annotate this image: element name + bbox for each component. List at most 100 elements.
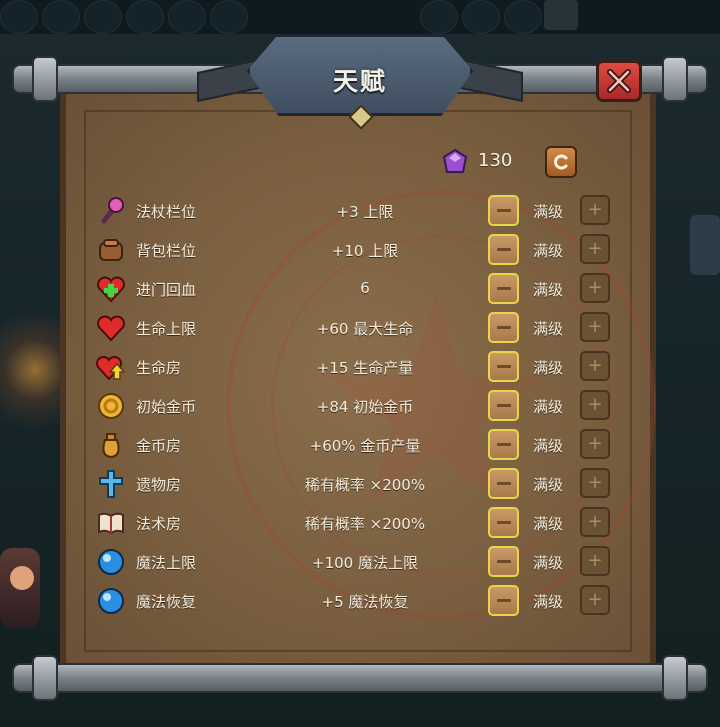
rod-cap-left xyxy=(32,655,58,701)
talent-value: +60% 金币产量 xyxy=(309,437,421,455)
minus-icon xyxy=(496,248,511,251)
talent-row: 初始金币 +84 初始金币 满级 + xyxy=(0,387,720,426)
wand-icon xyxy=(96,196,126,226)
rod-cap-right xyxy=(662,56,688,102)
heart-icon xyxy=(96,313,126,343)
increase-button[interactable]: + xyxy=(580,195,610,225)
heart-arrow-icon xyxy=(95,352,126,382)
talent-level: 满级 xyxy=(533,515,564,533)
plus-icon: + xyxy=(587,550,603,571)
talent-value: 稀有概率 ×200% xyxy=(304,515,426,533)
talent-row: 背包栏位 +10 上限 满级 + xyxy=(0,231,720,270)
plus-icon: + xyxy=(587,199,603,220)
decrease-button[interactable] xyxy=(488,507,519,538)
minus-icon xyxy=(496,599,511,602)
talent-row: 进门回血 6 满级 + xyxy=(0,270,720,309)
coin-icon xyxy=(96,391,126,421)
decrease-button[interactable] xyxy=(488,429,519,460)
talent-row: 生命上限 +60 最大生命 满级 + xyxy=(0,309,720,348)
talent-level: 满级 xyxy=(533,281,564,299)
talent-level: 满级 xyxy=(533,320,564,338)
mana-orb-icon xyxy=(96,586,126,616)
talent-name: 魔法上限 xyxy=(136,554,197,572)
spellbook-icon xyxy=(96,508,126,538)
purple-gem-icon xyxy=(442,148,468,173)
decrease-button[interactable] xyxy=(488,195,519,226)
talent-level: 满级 xyxy=(533,593,564,611)
increase-button[interactable]: + xyxy=(580,234,610,264)
increase-button[interactable]: + xyxy=(580,273,610,303)
plus-icon: + xyxy=(587,511,603,532)
talent-value: 稀有概率 ×200% xyxy=(304,476,426,494)
talent-row: 生命房 +15 生命产量 满级 + xyxy=(0,348,720,387)
talent-level: 满级 xyxy=(533,476,564,494)
increase-button[interactable]: + xyxy=(580,585,610,615)
decrease-button[interactable] xyxy=(488,468,519,499)
talent-level: 满级 xyxy=(533,203,564,221)
talent-row: 金币房 +60% 金币产量 满级 + xyxy=(0,426,720,465)
minus-icon xyxy=(496,560,511,563)
talent-row: 法术房 稀有概率 ×200% 满级 + xyxy=(0,504,720,543)
plus-icon: + xyxy=(587,394,603,415)
top-menu-button[interactable] xyxy=(544,0,578,30)
decrease-button[interactable] xyxy=(488,546,519,577)
decrease-button[interactable] xyxy=(488,312,519,343)
title-plate: 天赋 xyxy=(197,20,523,130)
talent-name: 生命上限 xyxy=(136,320,197,338)
talent-value: 6 xyxy=(360,279,370,297)
talent-value: +15 生命产量 xyxy=(316,359,414,377)
talent-row: 魔法上限 +100 魔法上限 满级 + xyxy=(0,543,720,582)
talent-row: 遗物房 稀有概率 ×200% 满级 + xyxy=(0,465,720,504)
minus-icon xyxy=(496,326,511,329)
plus-icon: + xyxy=(587,433,603,454)
decrease-button[interactable] xyxy=(488,273,519,304)
talent-name: 遗物房 xyxy=(136,476,182,494)
talent-name: 法杖栏位 xyxy=(136,203,197,221)
minus-icon xyxy=(496,404,511,407)
talent-name: 生命房 xyxy=(136,359,182,377)
minus-icon xyxy=(496,482,511,485)
talent-value: +84 初始金币 xyxy=(316,398,414,416)
minus-icon xyxy=(496,521,511,524)
talent-level: 满级 xyxy=(533,242,564,260)
panel-title: 天赋 xyxy=(332,67,387,96)
minus-icon xyxy=(496,443,511,446)
minus-icon xyxy=(496,365,511,368)
plus-icon: + xyxy=(587,589,603,610)
cross-icon xyxy=(96,469,126,499)
increase-button[interactable]: + xyxy=(580,507,610,537)
rod-cap-left xyxy=(32,56,58,102)
talent-level: 满级 xyxy=(533,437,564,455)
talent-level: 满级 xyxy=(533,398,564,416)
talent-value: +100 魔法上限 xyxy=(312,554,418,572)
decrease-button[interactable] xyxy=(488,585,519,616)
talent-row: 法杖栏位 +3 上限 满级 + xyxy=(0,192,720,231)
talent-name: 进门回血 xyxy=(136,281,197,299)
heart-plus-icon xyxy=(96,274,126,304)
decrease-button[interactable] xyxy=(488,234,519,265)
talent-name: 金币房 xyxy=(136,437,182,455)
decrease-button[interactable] xyxy=(488,351,519,382)
reset-talents-button[interactable] xyxy=(545,146,577,178)
increase-button[interactable]: + xyxy=(580,546,610,576)
plus-icon: + xyxy=(587,355,603,376)
minus-icon xyxy=(496,287,511,290)
talent-value: +10 上限 xyxy=(331,242,399,260)
talent-row: 魔法恢复 +5 魔法恢复 满级 + xyxy=(0,582,720,621)
gem-count: 130 xyxy=(478,150,513,171)
increase-button[interactable]: + xyxy=(580,468,610,498)
plus-icon: + xyxy=(587,472,603,493)
close-button[interactable] xyxy=(596,60,642,102)
increase-button[interactable]: + xyxy=(580,312,610,342)
plus-icon: + xyxy=(587,316,603,337)
increase-button[interactable]: + xyxy=(580,351,610,381)
close-x-icon xyxy=(607,69,631,93)
increase-button[interactable]: + xyxy=(580,390,610,420)
increase-button[interactable]: + xyxy=(580,429,610,459)
decrease-button[interactable] xyxy=(488,390,519,421)
talent-name: 背包栏位 xyxy=(136,242,197,260)
mana-orb-icon xyxy=(96,547,126,577)
plus-icon: + xyxy=(587,238,603,259)
rod-cap-right xyxy=(662,655,688,701)
talent-value: +5 魔法恢复 xyxy=(321,593,409,611)
